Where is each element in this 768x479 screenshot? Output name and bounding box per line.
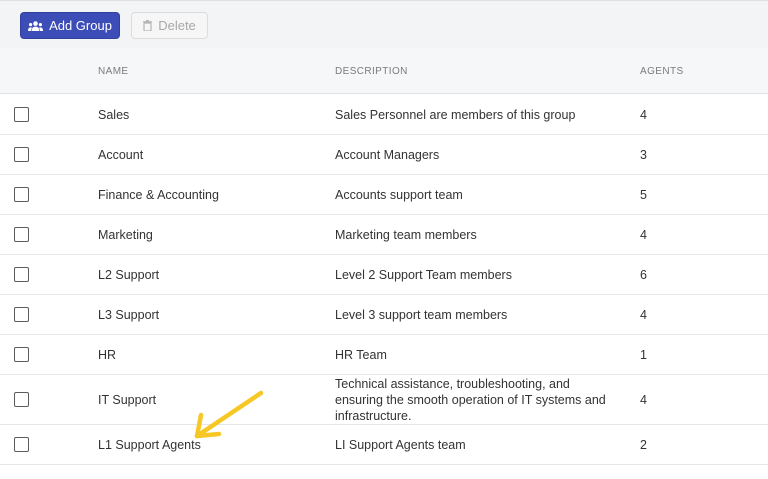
row-checkbox[interactable]: [14, 187, 29, 202]
row-checkbox[interactable]: [14, 347, 29, 362]
table-row[interactable]: Sales Sales Personnel are members of thi…: [0, 95, 768, 135]
group-description: Level 2 Support Team members: [335, 268, 512, 282]
column-header-description[interactable]: DESCRIPTION: [335, 66, 408, 77]
row-checkbox[interactable]: [14, 437, 29, 452]
row-checkbox[interactable]: [14, 147, 29, 162]
table-row[interactable]: L3 Support Level 3 support team members …: [0, 295, 768, 335]
column-header-agents[interactable]: AGENTS: [640, 66, 684, 77]
agent-count: 1: [640, 348, 647, 362]
table-row[interactable]: Finance & Accounting Accounts support te…: [0, 175, 768, 215]
group-name: Marketing: [98, 228, 153, 242]
add-group-label: Add Group: [49, 18, 112, 33]
row-checkbox[interactable]: [14, 392, 29, 407]
table-row[interactable]: HR HR Team 1: [0, 335, 768, 375]
group-name: Sales: [98, 108, 130, 122]
group-description: Technical assistance, troubleshooting, a…: [335, 377, 606, 423]
group-name: HR: [98, 348, 117, 362]
trash-icon: [143, 20, 153, 31]
agent-count: 2: [640, 438, 647, 452]
add-group-button[interactable]: Add Group: [20, 12, 120, 39]
group-description: Marketing team members: [335, 228, 477, 242]
table-row[interactable]: L1 Support Agents LI Support Agents team…: [0, 425, 768, 465]
group-name: L2 Support: [98, 268, 160, 282]
table-row[interactable]: L2 Support Level 2 Support Team members …: [0, 255, 768, 295]
group-name: Finance & Accounting: [98, 188, 219, 202]
group-description: Account Managers: [335, 148, 440, 162]
row-checkbox[interactable]: [14, 307, 29, 322]
group-name: L3 Support: [98, 308, 160, 322]
agent-count: 5: [640, 188, 647, 202]
group-name: IT Support: [98, 393, 157, 407]
row-checkbox[interactable]: [14, 107, 29, 122]
table-row[interactable]: Account Account Managers 3: [0, 135, 768, 175]
group-name: Account: [98, 148, 144, 162]
toolbar: Add Group Delete: [0, 0, 768, 48]
group-add-icon: [28, 20, 44, 31]
group-description: HR Team: [335, 348, 387, 362]
group-description: Sales Personnel are members of this grou…: [335, 108, 576, 122]
row-checkbox[interactable]: [14, 267, 29, 282]
column-header-name[interactable]: NAME: [98, 66, 129, 77]
agent-count: 4: [640, 308, 647, 322]
group-name: L1 Support Agents: [98, 438, 201, 452]
row-checkbox[interactable]: [14, 227, 29, 242]
table-header: NAME DESCRIPTION AGENTS: [0, 48, 768, 94]
agent-count: 3: [640, 148, 647, 162]
agent-count: 6: [640, 268, 647, 282]
agent-count: 4: [640, 393, 647, 407]
table-row[interactable]: Marketing Marketing team members 4: [0, 215, 768, 255]
table-row[interactable]: IT Support Technical assistance, trouble…: [0, 375, 768, 425]
group-description: LI Support Agents team: [335, 438, 466, 452]
delete-label: Delete: [158, 18, 196, 33]
agent-count: 4: [640, 228, 647, 242]
delete-button[interactable]: Delete: [131, 12, 208, 39]
agent-count: 4: [640, 108, 647, 122]
group-description: Level 3 support team members: [335, 308, 508, 322]
group-description: Accounts support team: [335, 188, 463, 202]
